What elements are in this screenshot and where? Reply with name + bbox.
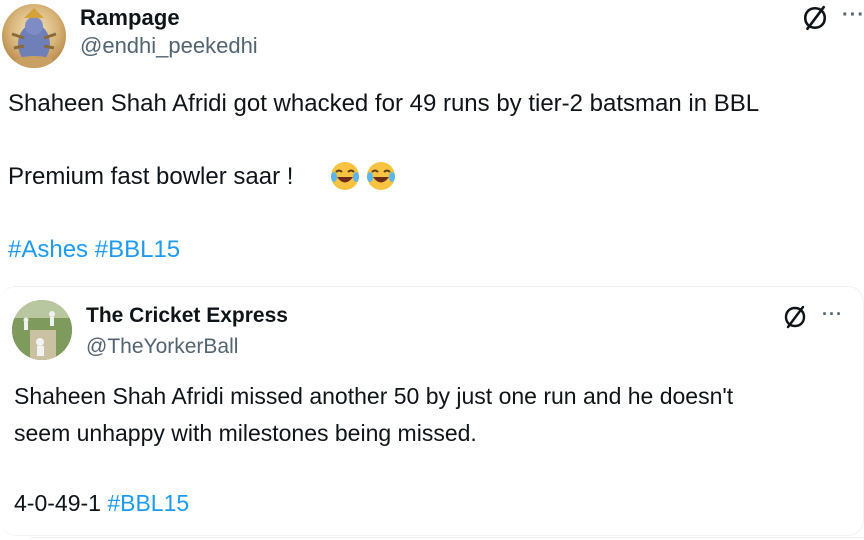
quoted-stats: 4-0-49-1	[14, 490, 101, 516]
hashtag-bbl15[interactable]: #BBL15	[107, 490, 189, 516]
grok-icon[interactable]	[802, 5, 828, 31]
grok-icon[interactable]	[783, 305, 807, 329]
author-handle[interactable]: @endhi_peekedhi	[80, 33, 258, 59]
post-hashtags: #Ashes #BBL15	[8, 236, 180, 264]
author-avatar[interactable]	[2, 4, 66, 68]
hashtag-bbl15[interactable]: #BBL15	[95, 236, 180, 263]
quoted-author-avatar[interactable]	[12, 300, 72, 360]
quoted-text-line2: seem unhappy with milestones being misse…	[14, 420, 477, 446]
more-options-icon[interactable]: ···	[842, 4, 864, 27]
quoted-stats-line: 4-0-49-1 #BBL15	[14, 490, 189, 517]
quoted-author-name[interactable]: The Cricket Express	[86, 304, 288, 328]
post-text-line1: Shaheen Shah Afridi got whacked for 49 r…	[8, 90, 760, 117]
more-options-icon[interactable]: ···	[822, 304, 843, 325]
quoted-author-handle[interactable]: @TheYorkerBall	[86, 335, 238, 359]
quoted-text-line1: Shaheen Shah Afridi missed another 50 by…	[14, 383, 734, 409]
hashtag-ashes[interactable]: #Ashes	[8, 236, 88, 263]
laughing-emoji-icon	[331, 162, 395, 190]
post-text-line2: Premium fast bowler saar !	[8, 163, 294, 190]
author-name[interactable]: Rampage	[80, 5, 180, 31]
divider	[30, 537, 864, 538]
